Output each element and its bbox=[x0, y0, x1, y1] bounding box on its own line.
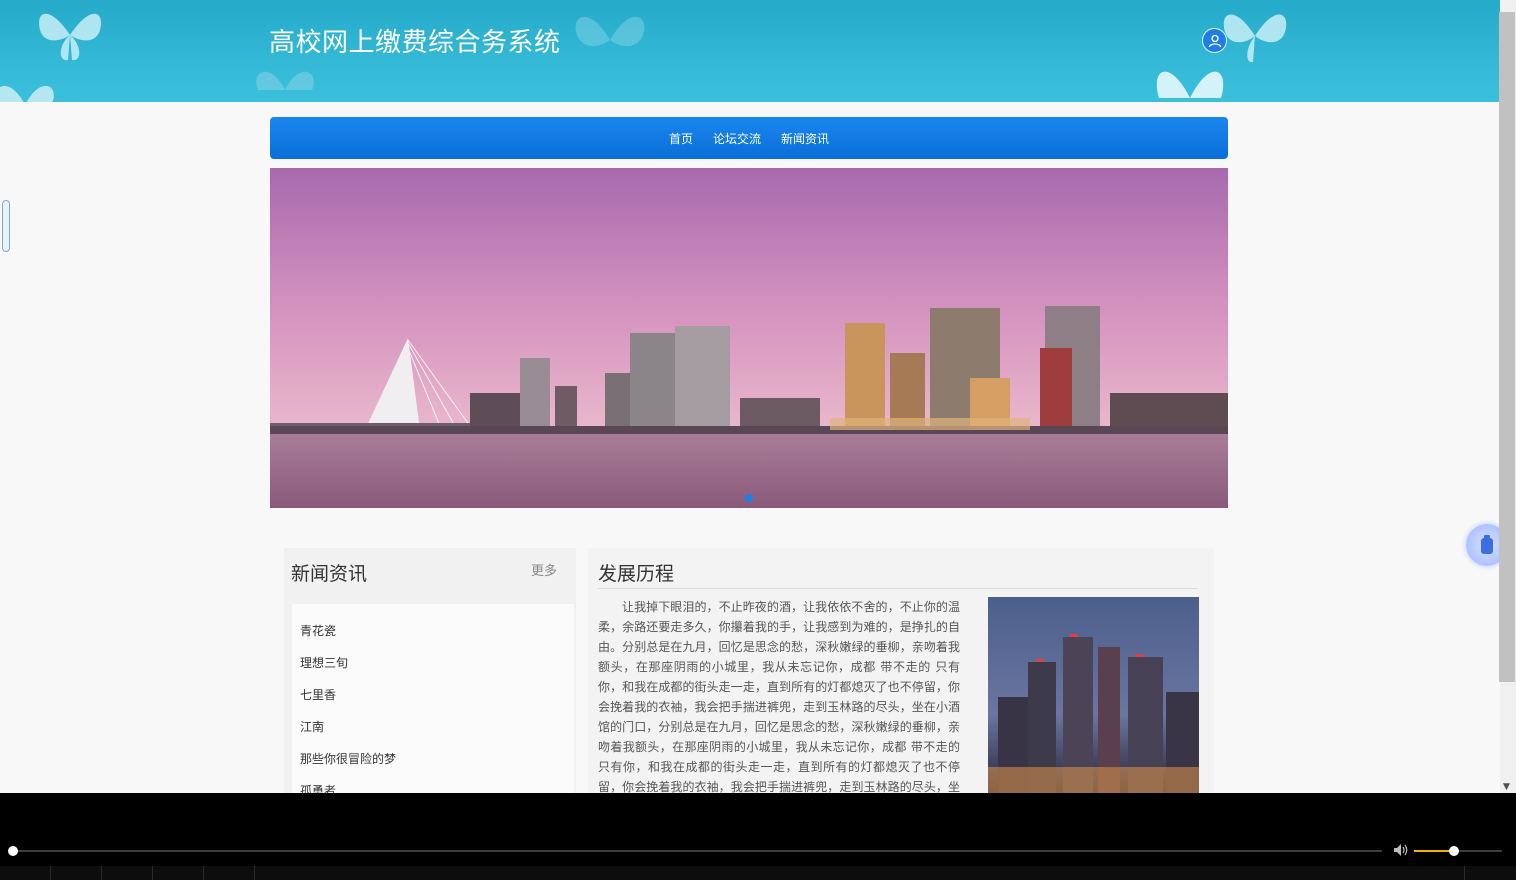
news-list-item[interactable]: 那些你很冒险的梦 bbox=[300, 750, 396, 767]
taskbar-divider bbox=[254, 866, 255, 880]
taskbar-divider bbox=[101, 866, 102, 880]
carousel-dot-indicator[interactable] bbox=[745, 494, 753, 502]
floating-helper-button[interactable] bbox=[1466, 524, 1500, 566]
banner-carousel[interactable] bbox=[270, 168, 1228, 508]
news-list-item[interactable]: 江南 bbox=[300, 718, 324, 735]
history-section-title: 发展历程 bbox=[598, 563, 675, 585]
butterfly-decoration-icon bbox=[256, 71, 314, 90]
seek-bar[interactable] bbox=[12, 850, 1382, 852]
news-section-title: 新闻资讯 bbox=[291, 563, 368, 585]
taskbar-divider bbox=[203, 866, 204, 880]
vertical-scrollbar-thumb[interactable] bbox=[1499, 12, 1515, 682]
nav-item-forum[interactable]: 论坛交流 bbox=[713, 130, 761, 147]
news-list-item[interactable]: 孤勇者 bbox=[300, 782, 336, 793]
site-title: 高校网上缴费综合务系统 bbox=[269, 28, 561, 58]
butterfly-decoration-icon bbox=[39, 13, 101, 61]
taskbar-divider bbox=[152, 866, 153, 880]
history-city-image bbox=[988, 597, 1199, 793]
seek-handle[interactable] bbox=[8, 846, 18, 856]
news-more-link[interactable]: 更多 bbox=[531, 560, 557, 579]
taskbar-divider bbox=[1464, 866, 1465, 880]
butterfly-decoration-icon bbox=[575, 16, 645, 47]
news-list-item[interactable]: 七里香 bbox=[300, 686, 336, 703]
browser-viewport: 高校网上缴费综合务系统 首页 论坛交流 新闻资讯 新闻资讯 更多 青花瓷 理想三… bbox=[0, 0, 1500, 793]
clip-icon bbox=[1481, 535, 1493, 554]
side-scroll-handle[interactable] bbox=[2, 200, 10, 252]
scroll-down-arrow-icon[interactable]: ▼ bbox=[1503, 782, 1510, 792]
history-body-text: 让我掉下眼泪的，不止昨夜的酒，让我依依不舍的，不止你的温柔，余路还要走多久，你攥… bbox=[598, 600, 960, 793]
nav-item-home[interactable]: 首页 bbox=[669, 130, 693, 147]
nav-item-news[interactable]: 新闻资讯 bbox=[781, 130, 829, 147]
taskbar bbox=[0, 866, 1516, 880]
user-icon bbox=[1208, 34, 1221, 47]
news-list-item[interactable]: 理想三旬 bbox=[300, 654, 348, 671]
butterfly-decoration-icon bbox=[0, 85, 54, 102]
divider bbox=[598, 588, 1198, 589]
taskbar-divider bbox=[50, 866, 51, 880]
site-header: 高校网上缴费综合务系统 bbox=[0, 0, 1500, 102]
volume-level-fill bbox=[1414, 850, 1454, 852]
volume-handle[interactable] bbox=[1448, 846, 1459, 856]
city-night-image bbox=[988, 597, 1199, 793]
butterfly-decoration-icon bbox=[1156, 71, 1224, 98]
news-list-item[interactable]: 青花瓷 bbox=[300, 622, 336, 639]
speaker-icon[interactable] bbox=[1393, 843, 1409, 857]
user-button[interactable] bbox=[1202, 28, 1227, 53]
main-nav: 首页 论坛交流 新闻资讯 bbox=[270, 117, 1228, 159]
banner-city-skyline-image bbox=[270, 168, 1228, 508]
